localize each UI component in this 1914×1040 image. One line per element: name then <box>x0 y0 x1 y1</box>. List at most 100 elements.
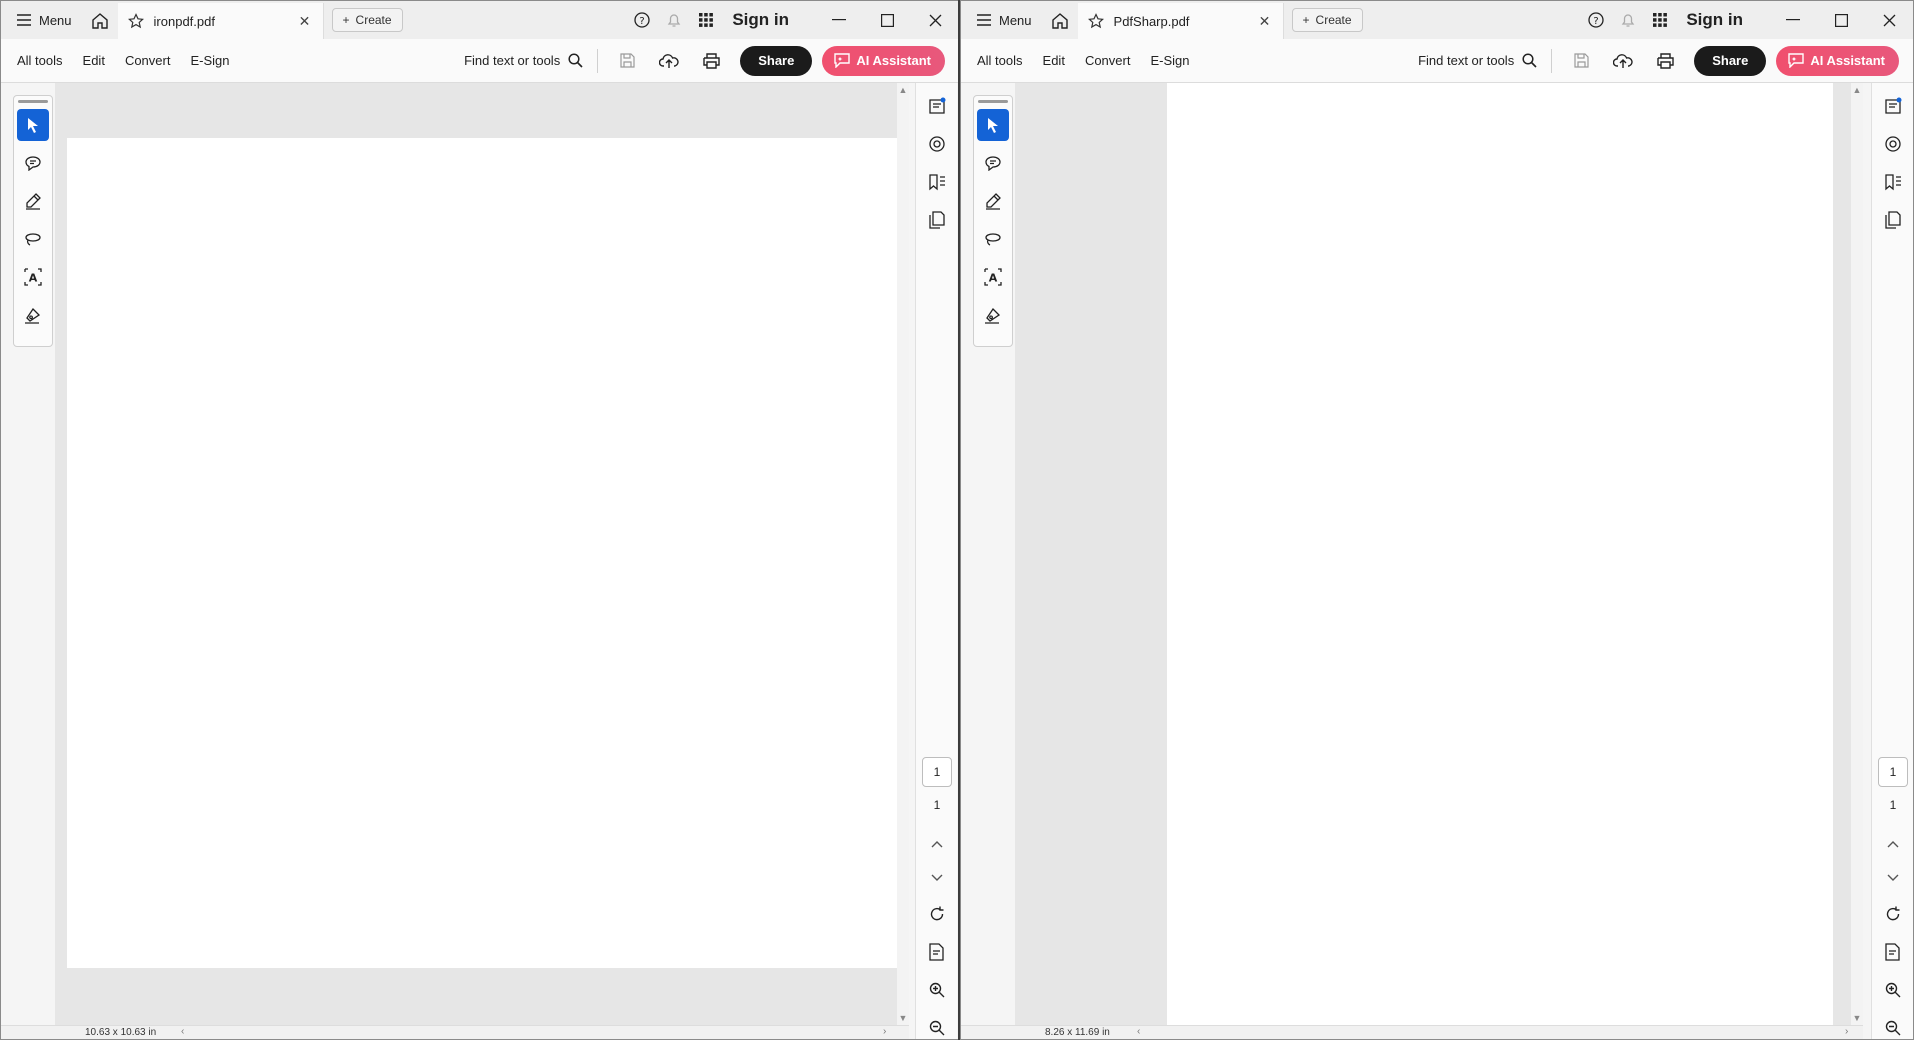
help-icon[interactable]: ? <box>1580 1 1612 39</box>
upload-cloud-icon[interactable] <box>1602 43 1644 79</box>
document-tab[interactable]: PdfSharp.pdf ✕ <box>1077 3 1284 39</box>
apps-grid-icon[interactable] <box>1644 1 1676 39</box>
pages-panel-button[interactable] <box>916 201 958 239</box>
save-icon[interactable] <box>1560 43 1602 79</box>
notifications-bell-icon[interactable] <box>658 1 690 39</box>
upload-cloud-icon[interactable] <box>648 43 690 79</box>
page-layout-button[interactable] <box>1872 933 1913 971</box>
current-page-input[interactable]: 1 <box>1878 757 1908 787</box>
maximize-button[interactable] <box>863 1 911 39</box>
page-size-label: 8.26 x 11.69 in <box>1045 1027 1110 1038</box>
document-view[interactable] <box>1015 83 1851 1027</box>
scroll-right-arrow[interactable]: › <box>1845 1026 1848 1037</box>
create-button[interactable]: + Create <box>1291 8 1363 32</box>
scroll-left-arrow[interactable]: ‹ <box>1137 1026 1140 1037</box>
document-settings-icon <box>1885 943 1901 961</box>
print-icon[interactable] <box>690 43 732 79</box>
scroll-down-arrow[interactable]: ▼ <box>897 1013 909 1023</box>
tab-convert[interactable]: Convert <box>105 53 171 68</box>
close-tab-icon[interactable]: ✕ <box>1257 13 1273 30</box>
apps-grid-icon[interactable] <box>690 1 722 39</box>
select-tool-button[interactable] <box>977 109 1009 141</box>
tab-convert[interactable]: Convert <box>1065 53 1131 68</box>
tab-edit[interactable]: Edit <box>1023 53 1065 68</box>
page-properties-icon <box>928 97 946 115</box>
comments-panel-button[interactable] <box>1872 125 1913 163</box>
maximize-button[interactable] <box>1817 1 1865 39</box>
menu-button[interactable]: Menu <box>961 1 1042 39</box>
sign-tool-button[interactable] <box>977 299 1009 331</box>
rotate-button[interactable] <box>916 895 958 933</box>
close-window-button[interactable] <box>1865 1 1913 39</box>
star-icon[interactable] <box>1087 13 1108 29</box>
previous-page-button[interactable] <box>1872 827 1913 861</box>
scroll-right-arrow[interactable]: › <box>883 1026 886 1037</box>
tab-all-tools[interactable]: All tools <box>1 53 63 68</box>
save-icon[interactable] <box>606 43 648 79</box>
home-button[interactable] <box>82 1 118 39</box>
vertical-scrollbar[interactable]: ▲ ▼ <box>897 83 909 1025</box>
sign-tool-button[interactable] <box>17 299 49 331</box>
select-tool-button[interactable] <box>17 109 49 141</box>
menu-button[interactable]: Menu <box>1 1 82 39</box>
draw-tool-button[interactable] <box>977 223 1009 255</box>
ai-assistant-button[interactable]: AI Assistant <box>1776 45 1899 76</box>
bookmarks-panel-button[interactable] <box>1872 163 1913 201</box>
next-page-button[interactable] <box>916 861 958 895</box>
text-box-tool-button[interactable]: A <box>977 261 1009 293</box>
share-button[interactable]: Share <box>1694 45 1767 76</box>
close-tab-icon[interactable]: ✕ <box>297 13 313 30</box>
notifications-bell-icon[interactable] <box>1612 1 1644 39</box>
page-properties-button[interactable] <box>916 87 958 125</box>
next-page-button[interactable] <box>1872 861 1913 895</box>
minimize-button[interactable] <box>1769 1 1817 39</box>
create-button[interactable]: + Create <box>331 8 403 32</box>
scroll-down-arrow[interactable]: ▼ <box>1851 1013 1863 1023</box>
print-icon[interactable] <box>1644 43 1686 79</box>
zoom-in-button[interactable] <box>916 971 958 1009</box>
comment-tool-button[interactable] <box>977 147 1009 179</box>
sign-in-link[interactable]: Sign in <box>722 10 815 30</box>
comments-panel-button[interactable] <box>916 125 958 163</box>
close-window-button[interactable] <box>911 1 959 39</box>
scroll-left-arrow[interactable]: ‹ <box>181 1026 184 1037</box>
zoom-in-button[interactable] <box>1872 971 1913 1009</box>
scroll-up-arrow[interactable]: ▲ <box>1851 85 1863 95</box>
panel-grip[interactable] <box>18 100 48 103</box>
star-icon[interactable] <box>127 13 148 29</box>
vertical-scrollbar[interactable]: ▲ ▼ <box>1851 83 1863 1025</box>
rotate-button[interactable] <box>1872 895 1913 933</box>
zoom-out-button[interactable] <box>1872 1009 1913 1039</box>
bookmark-icon <box>1884 173 1902 191</box>
panel-grip[interactable] <box>978 100 1008 103</box>
pages-panel-button[interactable] <box>1872 201 1913 239</box>
page-properties-button[interactable] <box>1872 87 1913 125</box>
ai-assistant-button[interactable]: AI Assistant <box>822 45 945 76</box>
home-button[interactable] <box>1042 1 1078 39</box>
document-tab[interactable]: ironpdf.pdf ✕ <box>117 3 324 39</box>
cursor-arrow-icon <box>986 117 1000 133</box>
highlight-tool-button[interactable] <box>977 185 1009 217</box>
sign-in-link[interactable]: Sign in <box>1676 10 1769 30</box>
help-icon[interactable]: ? <box>626 1 658 39</box>
minimize-button[interactable] <box>815 1 863 39</box>
share-button[interactable]: Share <box>740 45 813 76</box>
document-view[interactable] <box>55 83 897 1025</box>
find-text-or-tools[interactable]: Find text or tools <box>1418 48 1553 73</box>
page-layout-button[interactable] <box>916 933 958 971</box>
current-page-input[interactable]: 1 <box>922 757 952 787</box>
draw-tool-button[interactable] <box>17 223 49 255</box>
comment-tool-button[interactable] <box>17 147 49 179</box>
tab-all-tools[interactable]: All tools <box>961 53 1023 68</box>
bookmarks-panel-button[interactable] <box>916 163 958 201</box>
zoom-out-button[interactable] <box>916 1009 958 1039</box>
scroll-up-arrow[interactable]: ▲ <box>897 85 909 95</box>
text-box-tool-button[interactable]: A <box>17 261 49 293</box>
tab-e-sign[interactable]: E-Sign <box>1130 53 1189 68</box>
tab-edit[interactable]: Edit <box>63 53 105 68</box>
status-bar: 10.63 x 10.63 in ‹ › <box>1 1025 909 1039</box>
previous-page-button[interactable] <box>916 827 958 861</box>
find-text-or-tools[interactable]: Find text or tools <box>464 48 599 73</box>
highlight-tool-button[interactable] <box>17 185 49 217</box>
tab-e-sign[interactable]: E-Sign <box>170 53 229 68</box>
